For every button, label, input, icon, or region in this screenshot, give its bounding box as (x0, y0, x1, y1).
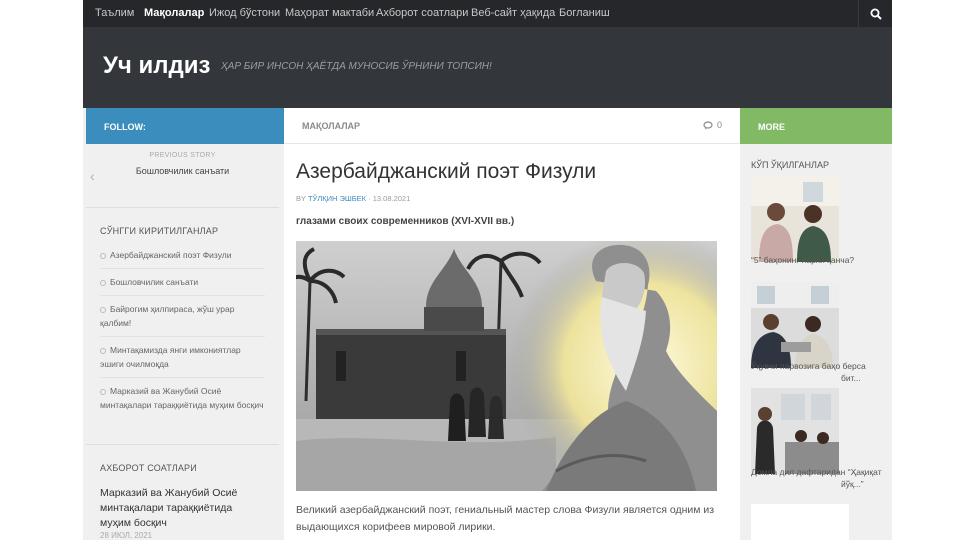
bullet-icon (100, 252, 106, 259)
post-subtitle: глазами своих современников (XVI-XVII вв… (296, 216, 515, 227)
site-tagline: ҲАР БИР ИНСОН ҲАЁТДА МУНОСИБ ЎРНИНИ ТОПС… (221, 61, 492, 72)
popular-post-thumbnail[interactable] (751, 176, 839, 262)
section-label[interactable]: МАҚОЛАЛАР (302, 121, 360, 131)
featured-post-date: 28 ИЮЛ, 2021 (100, 531, 153, 540)
site-header: Уч илдиз ҲАР БИР ИНСОН ҲАЁТДА МУНОСИБ ЎР… (83, 27, 892, 108)
author-link[interactable]: ТЎЛҚИН ЭШБЕК (308, 194, 366, 203)
nav-item-maqolalar[interactable]: Мақолалар (144, 0, 204, 27)
featured-post-link[interactable]: Марказий ва Жанубий Осиё минтақалари тар… (100, 486, 265, 531)
bullet-icon (100, 279, 106, 286)
sidebar-footer-box (751, 504, 849, 540)
popular-post-link[interactable]: “5” баҳонинг нархи қанча? (751, 254, 883, 266)
main-content: Азербайджанский поэт Физули BY ТЎЛҚИН ЭШ… (284, 144, 740, 540)
recent-post-item[interactable]: Бошловчилик санъати (100, 275, 265, 289)
divider (100, 295, 265, 296)
top-nav: Таълим Мақолалар Ижод бўстони Маҳорат ма… (83, 0, 892, 27)
previous-story-label: PREVIOUS STORY (149, 152, 216, 159)
site-title[interactable]: Уч илдиз (103, 52, 210, 80)
bullet-icon (100, 388, 106, 395)
divider (100, 268, 265, 269)
post-title: Азербайджанский поэт Физули (296, 160, 597, 183)
recent-post-item[interactable]: Азербайджанский поэт Физули (100, 248, 265, 262)
popular-post-thumbnail[interactable] (751, 282, 839, 368)
divider (100, 377, 265, 378)
more-bar: MORE (740, 108, 892, 144)
search-button[interactable] (858, 0, 892, 27)
post-date: · 13.08.2021 (368, 194, 411, 203)
section-bar: МАҚОЛАЛАР 0 (284, 108, 740, 144)
page-frame: Таълим Мақолалар Ижод бўстони Маҳорат ма… (83, 0, 892, 540)
popular-post-thumbnail[interactable] (751, 388, 839, 474)
right-sidebar: КЎП ЎҚИЛГАНЛАР “5” баҳонинг нархи қанча? (740, 144, 892, 540)
comment-icon (703, 120, 713, 130)
left-sidebar: ‹ PREVIOUS STORY Бошловчилик санъати СЎН… (86, 144, 279, 540)
post-hero-image (296, 241, 717, 491)
divider (100, 336, 265, 337)
divider (86, 444, 279, 445)
nav-item-ijod-bostoni[interactable]: Ижод бўстони (209, 0, 280, 27)
recent-post-item[interactable]: Байрогим ҳилпираса, жўш урар қалбим! (100, 302, 265, 330)
follow-bar: FOLLOW: (86, 108, 284, 144)
comments-link[interactable]: 0 (703, 120, 722, 130)
recent-posts-title: СЎНГГИ КИРИТИЛГАНЛАР (100, 226, 219, 236)
search-icon (870, 8, 882, 20)
news-widget-title: АХБОРОТ СОАТЛАРИ (100, 463, 197, 473)
post-byline: BY ТЎЛҚИН ЭШБЕК · 13.08.2021 (296, 194, 411, 203)
nav-item-mahorat-maktabi[interactable]: Маҳорат мактаби (285, 0, 374, 27)
nav-item-boglanish[interactable]: Богланиш (559, 0, 610, 27)
previous-story-link[interactable]: Бошловчилик санъати (86, 166, 279, 176)
bullet-icon (100, 347, 106, 354)
nav-item-veb-sayt-haqida[interactable]: Веб-сайт ҳақида (471, 0, 555, 27)
popular-post-link[interactable]: Домла дил дафтаридан “Ҳақиқат йўқ...” (751, 466, 883, 490)
bullet-icon (100, 306, 106, 313)
divider (86, 207, 279, 208)
recent-post-item[interactable]: Марказий ва Жанубий Осиё минтақалари тар… (100, 384, 265, 412)
comments-count: 0 (716, 120, 722, 130)
popular-post-link[interactable]: Ўқувчи парвозига баҳо берса бит... (751, 360, 883, 384)
nav-item-axborot-soatlari[interactable]: Ахборот соатлари (376, 0, 468, 27)
post-excerpt: Великий азербайджанский поэт, гениальный… (296, 504, 715, 533)
recent-post-item[interactable]: Минтақамизда янги имкониятлар эшиги очил… (100, 343, 265, 371)
nav-item-talim[interactable]: Таълим (95, 0, 134, 27)
popular-posts-title: КЎП ЎҚИЛГАНЛАР (751, 160, 829, 170)
